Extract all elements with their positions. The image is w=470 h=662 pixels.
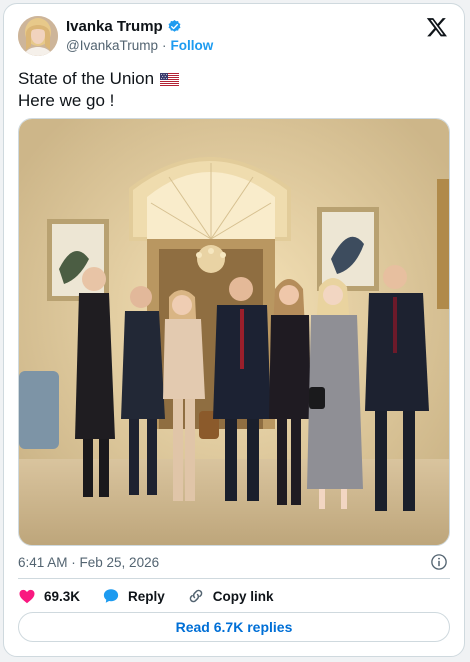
copy-link-label: Copy link: [212, 588, 274, 604]
author-name[interactable]: Ivanka Trump: [66, 18, 163, 35]
like-count: 69.3K: [44, 588, 81, 604]
reply-bubble-icon: [103, 589, 119, 603]
divider: [18, 578, 450, 579]
reply-label: Reply: [128, 588, 165, 604]
us-flag-icon: [160, 72, 180, 86]
action-bar: 69.3K Reply Copy link: [18, 587, 296, 605]
author-name-row: Ivanka Trump: [66, 18, 182, 35]
x-logo-icon[interactable]: [426, 16, 448, 38]
tweet-line-1: State of the Union: [18, 68, 180, 90]
tweet-card: Ivanka Trump @IvankaTrump · Follow State…: [3, 3, 465, 657]
avatar[interactable]: [18, 16, 58, 56]
read-replies-button[interactable]: Read 6.7K replies: [18, 612, 450, 642]
tweet-text: State of the Union Here we go !: [18, 68, 180, 112]
reply-button[interactable]: Reply: [102, 587, 165, 605]
heart-icon: [19, 589, 35, 604]
link-icon: [189, 589, 203, 603]
info-icon[interactable]: [430, 553, 448, 571]
read-replies-label: Read 6.7K replies: [175, 619, 293, 635]
copy-link-button[interactable]: Copy link: [187, 587, 274, 605]
verified-badge-icon: [168, 19, 181, 32]
tweet-line-2-text: Here we go !: [18, 91, 115, 110]
follow-button[interactable]: Follow: [170, 38, 213, 53]
tweet-line-2: Here we go !: [18, 90, 179, 112]
author-handle[interactable]: @IvankaTrump: [66, 38, 158, 53]
like-button[interactable]: 69.3K: [18, 587, 80, 605]
tweet-timestamp[interactable]: 6:41 AM · Feb 25, 2026: [18, 555, 159, 570]
tweet-photo[interactable]: [18, 118, 450, 546]
tweet-line-1-text: State of the Union: [18, 69, 155, 88]
separator-dot: ·: [161, 38, 167, 53]
author-handle-row: @IvankaTrump · Follow: [66, 38, 213, 53]
